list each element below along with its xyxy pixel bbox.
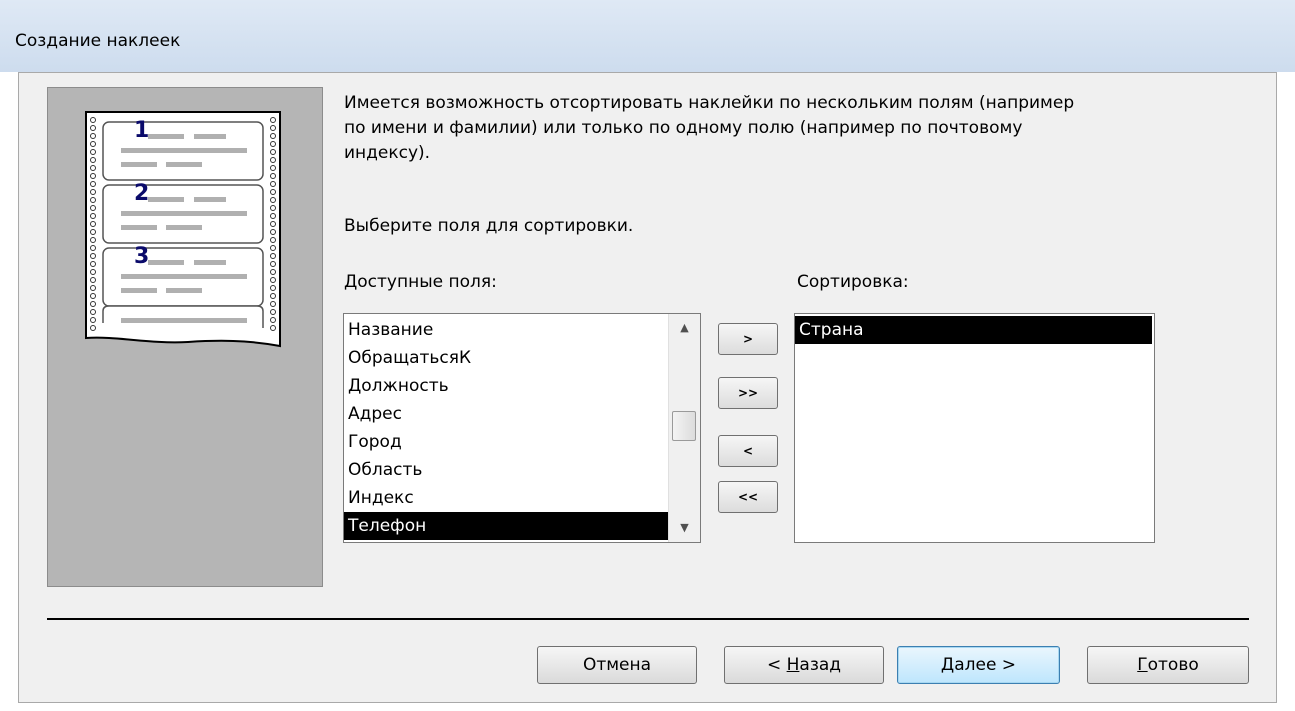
available-fields-list[interactable]: Название ОбращатьсяК Должность Адрес Гор… <box>343 313 701 543</box>
scroll-up-icon[interactable]: ▲ <box>669 314 700 342</box>
back-rest: азад <box>799 655 842 675</box>
list-item[interactable]: Название <box>344 316 668 344</box>
remove-all-fields-button[interactable]: << <box>718 481 778 513</box>
list-item[interactable]: Адрес <box>344 400 668 428</box>
divider <box>47 618 1249 620</box>
label-number-2: 2 <box>134 181 150 206</box>
list-item-selected[interactable]: Страна <box>795 316 1152 344</box>
label-number-3: 3 <box>134 244 150 269</box>
back-button[interactable]: < Назад <box>724 646 884 684</box>
available-fields-scrollbar[interactable]: ▲ ▼ <box>668 314 700 542</box>
next-accel: Д <box>940 655 955 675</box>
next-button[interactable]: Далее > <box>897 646 1060 684</box>
available-fields-label: Доступные поля: <box>344 272 497 292</box>
remove-field-button[interactable]: < <box>718 435 778 467</box>
title-bar: Создание наклеек <box>0 0 1295 72</box>
add-all-fields-button[interactable]: >> <box>718 377 778 409</box>
back-accel: Н <box>786 655 800 675</box>
finish-button[interactable]: Готово <box>1087 646 1249 684</box>
list-item[interactable]: Город <box>344 428 668 456</box>
window-title: Создание наклеек <box>15 31 181 51</box>
label-sheet-icon <box>85 111 281 348</box>
scroll-thumb[interactable] <box>672 411 696 441</box>
add-field-button[interactable]: > <box>718 323 778 355</box>
list-item[interactable]: Область <box>344 456 668 484</box>
finish-rest: отово <box>1147 655 1199 675</box>
finish-accel: Г <box>1137 655 1148 675</box>
cancel-button[interactable]: Отмена <box>537 646 697 684</box>
next-rest: алее > <box>954 655 1017 675</box>
sort-fields-label: Сортировка: <box>797 272 909 292</box>
description-text: Имеется возможность отсортировать наклей… <box>344 93 1075 163</box>
sort-fields-list[interactable]: Страна <box>794 313 1155 543</box>
scroll-down-icon[interactable]: ▼ <box>669 514 700 542</box>
list-item[interactable]: ОбращатьсяК <box>344 344 668 372</box>
list-item[interactable]: Индекс <box>344 484 668 512</box>
labels-illustration: 1 2 3 <box>47 87 323 587</box>
list-item-selected[interactable]: Телефон <box>344 512 668 540</box>
label-number-1: 1 <box>134 118 150 143</box>
sort-prompt: Выберите поля для сортировки. <box>344 216 634 236</box>
back-prefix: < <box>766 655 787 675</box>
list-item[interactable]: Должность <box>344 372 668 400</box>
